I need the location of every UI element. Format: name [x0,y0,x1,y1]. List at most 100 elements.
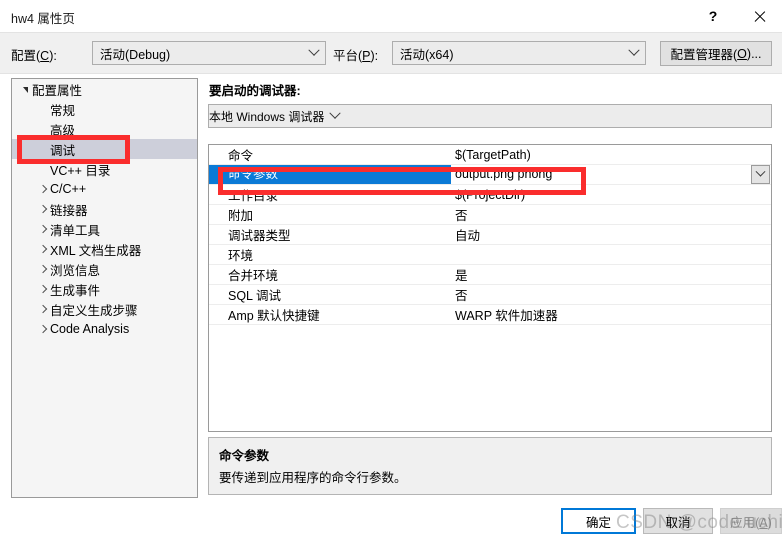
property-tree-sidebar[interactable]: 配置属性 常规高级调试 VC++ 目录 C/C++ 链接器清单工具 XML 文档生成器浏览… [11,78,198,498]
property-row[interactable]: 调试器类型 自动 [209,225,771,245]
description-title: 命令参数 [219,449,270,463]
close-icon [753,10,766,23]
sidebar-item-9[interactable]: 浏览信息 [12,259,197,279]
configuration-combo-value: 活动(Debug) [100,47,171,62]
ok-button-label: 确定 [585,515,611,530]
property-row[interactable]: 环境 [209,245,771,265]
property-row[interactable]: 合并环境 是 [209,265,771,285]
property-row[interactable]: 命令 $(TargetPath) [209,145,771,165]
property-grid-rows: 命令 $(TargetPath) 命令参数 output.png phong 工作目录 $… [209,145,771,431]
chevron-down-icon [324,107,346,120]
sidebar-item-8[interactable]: XML 文档生成器 [12,239,197,259]
platform-combo[interactable]: 活动(x64) [392,41,646,65]
triangle-right-glyph [39,225,48,234]
window-title: hw4 属性页 [11,12,75,26]
close-button[interactable] [736,0,782,32]
apply-button-label: 应用(A) [730,515,772,530]
triangle-right-icon[interactable] [36,265,50,274]
configuration-label: 配置(C): [11,49,57,63]
property-tree: 配置属性 常规高级调试 VC++ 目录 C/C++ 链接器清单工具 XML 文档生成器浏览… [12,79,197,339]
help-button[interactable]: ? [690,0,736,32]
property-name: 命令 [228,149,254,163]
sidebar-item-6[interactable]: 链接器 [12,199,197,219]
property-row[interactable]: 工作目录 $(ProjectDir) [209,185,771,205]
triangle-down-icon[interactable] [18,86,32,93]
sidebar-item-3[interactable]: 调试 [12,139,197,159]
sidebar-item-label: Code Analysis [50,322,130,336]
chevron-down-icon [303,44,325,57]
property-name: SQL 调试 [228,289,282,303]
sidebar-item-10[interactable]: 生成事件 [12,279,197,299]
property-value[interactable]: 否 [451,285,771,304]
property-value[interactable]: $(TargetPath) [451,148,771,162]
property-value[interactable]: WARP 软件加速器 [451,305,771,324]
triangle-right-glyph [39,185,48,194]
property-name: Amp 默认快捷键 [228,309,320,323]
chevron-down-icon [755,166,766,177]
sidebar-item-label: 高级 [50,123,76,138]
sidebar-item-1[interactable]: 常规 [12,99,197,119]
sidebar-item-label: C/C++ [50,182,87,196]
configuration-manager-button[interactable]: 配置管理器(O)... [660,41,772,66]
cancel-button[interactable]: 取消 [643,508,713,534]
description-body: 要传递到应用程序的命令行参数。 [219,471,407,485]
sidebar-item-label: 自定义生成步骤 [50,303,138,318]
sidebar-item-label: VC++ 目录 [50,163,111,178]
property-row[interactable]: Amp 默认快捷键 WARP 软件加速器 [209,305,771,325]
property-row[interactable]: 附加 否 [209,205,771,225]
triangle-down-glyph [22,87,28,93]
property-name: 命令参数 [209,165,451,184]
property-name: 附加 [228,209,254,223]
property-name: 工作目录 [228,189,279,203]
platform-label: 平台(P): [333,49,379,63]
apply-button[interactable]: 应用(A) [720,508,782,534]
property-value[interactable]: 是 [451,265,771,284]
triangle-right-icon[interactable] [36,205,50,214]
configuration-combo[interactable]: 活动(Debug) [92,41,326,65]
triangle-right-icon[interactable] [36,325,50,334]
sidebar-item-label: 调试 [50,143,76,158]
triangle-right-icon[interactable] [36,245,50,254]
property-value[interactable]: $(ProjectDir) [451,188,771,202]
triangle-right-icon[interactable] [36,225,50,234]
sidebar-item-5[interactable]: C/C++ [12,179,197,199]
sidebar-item-0[interactable]: 配置属性 [12,79,197,99]
sidebar-item-12[interactable]: Code Analysis [12,319,197,339]
sidebar-item-7[interactable]: 清单工具 [12,219,197,239]
triangle-right-glyph [39,305,48,314]
property-row[interactable]: SQL 调试 否 [209,285,771,305]
debugger-to-launch-label: 要启动的调试器: [209,84,301,98]
property-name: 调试器类型 [228,229,291,243]
property-name: 合并环境 [228,269,279,283]
debugger-to-launch-combo[interactable]: 本地 Windows 调试器 [208,104,772,128]
cancel-button-label: 取消 [665,515,691,530]
debugger-to-launch-value: 本地 Windows 调试器 [209,109,325,124]
sidebar-item-11[interactable]: 自定义生成步骤 [12,299,197,319]
triangle-right-icon[interactable] [36,305,50,314]
sidebar-item-label: 配置属性 [32,83,83,98]
chevron-down-icon [623,44,645,57]
ok-button[interactable]: 确定 [561,508,636,534]
triangle-right-glyph [39,285,48,294]
triangle-right-glyph [39,325,48,334]
property-value[interactable]: output.png phong [451,165,771,184]
question-mark-icon: ? [708,8,718,24]
property-value[interactable]: 自动 [451,225,771,244]
triangle-right-icon[interactable] [36,185,50,194]
triangle-right-glyph [39,245,48,254]
property-value-dropdown-button[interactable] [751,165,770,184]
title-bar: hw4 属性页 ? [0,0,782,32]
property-value[interactable]: 否 [451,205,771,224]
sidebar-item-4[interactable]: VC++ 目录 [12,159,197,179]
sidebar-item-label: 清单工具 [50,223,101,238]
sidebar-item-label: 链接器 [50,203,88,218]
sidebar-item-2[interactable]: 高级 [12,119,197,139]
property-name: 环境 [228,249,254,263]
triangle-right-glyph [39,265,48,274]
triangle-right-icon[interactable] [36,285,50,294]
sidebar-item-label: 生成事件 [50,283,101,298]
property-row[interactable]: 命令参数 output.png phong [209,165,771,185]
triangle-right-glyph [39,205,48,214]
sidebar-item-label: 浏览信息 [50,263,101,278]
property-grid[interactable]: 命令 $(TargetPath) 命令参数 output.png phong 工作目录 $… [208,144,772,432]
